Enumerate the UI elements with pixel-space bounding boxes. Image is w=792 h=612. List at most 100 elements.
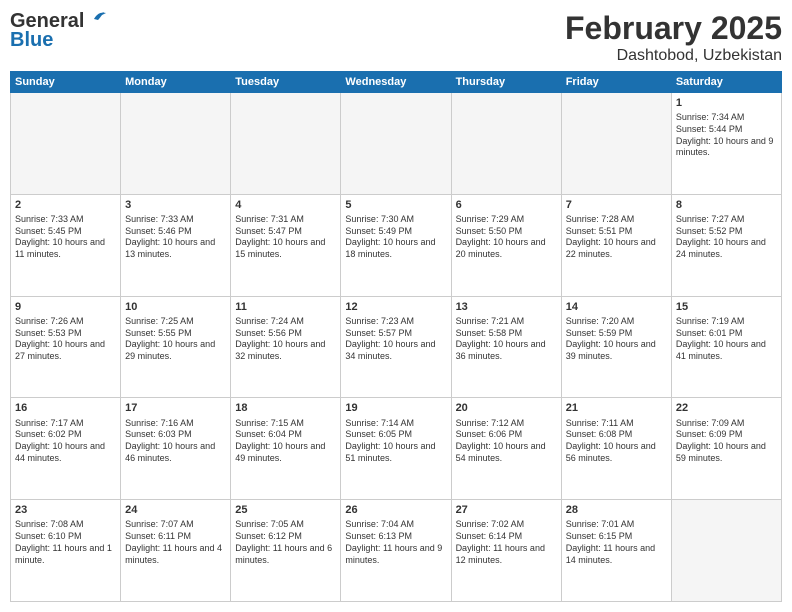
calendar-day-cell: 3 Sunrise: 7:33 AMSunset: 5:46 PMDaylight… xyxy=(121,194,231,296)
day-number: 12 xyxy=(345,300,446,314)
day-info: Sunrise: 7:16 AMSunset: 6:03 PMDaylight:… xyxy=(125,418,215,463)
day-number: 18 xyxy=(235,401,336,415)
day-info: Sunrise: 7:20 AMSunset: 5:59 PMDaylight:… xyxy=(566,316,656,361)
calendar-day-cell: 2 Sunrise: 7:33 AMSunset: 5:45 PMDaylight… xyxy=(11,194,121,296)
day-number: 28 xyxy=(566,503,667,517)
day-number: 13 xyxy=(456,300,557,314)
day-number: 24 xyxy=(125,503,226,517)
calendar-day-cell: 1 Sunrise: 7:34 AMSunset: 5:44 PMDaylight… xyxy=(671,93,781,195)
day-info: Sunrise: 7:08 AMSunset: 6:10 PMDaylight:… xyxy=(15,519,112,564)
calendar-day-cell: 11 Sunrise: 7:24 AMSunset: 5:56 PMDayligh… xyxy=(231,296,341,398)
calendar-header-row: Sunday Monday Tuesday Wednesday Thursday… xyxy=(11,72,782,93)
calendar-day-cell: 22Sunrise: 7:09 AMSunset: 6:09 PMDayligh… xyxy=(671,398,781,500)
day-info: Sunrise: 7:34 AMSunset: 5:44 PMDaylight:… xyxy=(676,112,774,157)
day-number: 11 xyxy=(235,300,336,314)
calendar-day-cell: 13 Sunrise: 7:21 AMSunset: 5:58 PMDayligh… xyxy=(451,296,561,398)
day-info: Sunrise: 7:15 AMSunset: 6:04 PMDaylight:… xyxy=(235,418,325,463)
calendar-day-cell: 16 Sunrise: 7:17 AMSunset: 6:02 PMDayligh… xyxy=(11,398,121,500)
title-area: February 2025 Dashtobod, Uzbekistan xyxy=(565,10,782,65)
day-info: Sunrise: 7:26 AMSunset: 5:53 PMDaylight:… xyxy=(15,316,105,361)
day-number: 21 xyxy=(566,401,667,415)
calendar-day-cell: 9 Sunrise: 7:26 AMSunset: 5:53 PMDaylight… xyxy=(11,296,121,398)
calendar-day-cell: 5Sunrise: 7:30 AMSunset: 5:49 PMDaylight… xyxy=(341,194,451,296)
calendar-week-row: 9 Sunrise: 7:26 AMSunset: 5:53 PMDaylight… xyxy=(11,296,782,398)
day-number: 22 xyxy=(676,401,777,415)
day-info: Sunrise: 7:21 AMSunset: 5:58 PMDaylight:… xyxy=(456,316,546,361)
day-info: Sunrise: 7:33 AMSunset: 5:45 PMDaylight:… xyxy=(15,214,105,259)
calendar-week-row: 2 Sunrise: 7:33 AMSunset: 5:45 PMDaylight… xyxy=(11,194,782,296)
col-thursday: Thursday xyxy=(451,72,561,93)
day-number: 8 xyxy=(676,198,777,212)
day-number: 9 xyxy=(15,300,116,314)
day-number: 3 xyxy=(125,198,226,212)
day-number: 23 xyxy=(15,503,116,517)
location: Dashtobod, Uzbekistan xyxy=(565,47,782,65)
day-info: Sunrise: 7:19 AMSunset: 6:01 PMDaylight:… xyxy=(676,316,766,361)
col-saturday: Saturday xyxy=(671,72,781,93)
day-number: 6 xyxy=(456,198,557,212)
calendar-day-cell: 17 Sunrise: 7:16 AMSunset: 6:03 PMDayligh… xyxy=(121,398,231,500)
calendar-day-cell: 25 Sunrise: 7:05 AMSunset: 6:12 PMDayligh… xyxy=(231,500,341,602)
day-number: 15 xyxy=(676,300,777,314)
day-info: Sunrise: 7:33 AMSunset: 5:46 PMDaylight:… xyxy=(125,214,215,259)
calendar-day-cell xyxy=(11,93,121,195)
calendar-day-cell: 12 Sunrise: 7:23 AMSunset: 5:57 PMDayligh… xyxy=(341,296,451,398)
day-number: 19 xyxy=(345,401,446,415)
day-number: 1 xyxy=(676,96,777,110)
day-info: Sunrise: 7:05 AMSunset: 6:12 PMDaylight:… xyxy=(235,519,332,564)
calendar-day-cell xyxy=(341,93,451,195)
col-wednesday: Wednesday xyxy=(341,72,451,93)
day-info: Sunrise: 7:01 AMSunset: 6:15 PMDaylight:… xyxy=(566,519,655,564)
calendar-day-cell xyxy=(121,93,231,195)
calendar-day-cell xyxy=(561,93,671,195)
day-number: 4 xyxy=(235,198,336,212)
day-info: Sunrise: 7:14 AMSunset: 6:05 PMDaylight:… xyxy=(345,418,435,463)
day-info: Sunrise: 7:24 AMSunset: 5:56 PMDaylight:… xyxy=(235,316,325,361)
day-info: Sunrise: 7:17 AMSunset: 6:02 PMDaylight:… xyxy=(15,418,105,463)
col-tuesday: Tuesday xyxy=(231,72,341,93)
calendar-week-row: 16 Sunrise: 7:17 AMSunset: 6:02 PMDayligh… xyxy=(11,398,782,500)
calendar-day-cell xyxy=(671,500,781,602)
month-title: February 2025 xyxy=(565,10,782,47)
day-info: Sunrise: 7:27 AMSunset: 5:52 PMDaylight:… xyxy=(676,214,766,259)
day-number: 2 xyxy=(15,198,116,212)
day-number: 10 xyxy=(125,300,226,314)
day-info: Sunrise: 7:28 AMSunset: 5:51 PMDaylight:… xyxy=(566,214,656,259)
calendar-week-row: 1 Sunrise: 7:34 AMSunset: 5:44 PMDaylight… xyxy=(11,93,782,195)
calendar-table: Sunday Monday Tuesday Wednesday Thursday… xyxy=(10,71,782,602)
calendar-day-cell: 24Sunrise: 7:07 AMSunset: 6:11 PMDayligh… xyxy=(121,500,231,602)
calendar-day-cell xyxy=(451,93,561,195)
calendar-day-cell: 8 Sunrise: 7:27 AMSunset: 5:52 PMDaylight… xyxy=(671,194,781,296)
day-info: Sunrise: 7:04 AMSunset: 6:13 PMDaylight:… xyxy=(345,519,442,564)
day-info: Sunrise: 7:11 AMSunset: 6:08 PMDaylight:… xyxy=(566,418,656,463)
day-number: 26 xyxy=(345,503,446,517)
header: General Blue February 2025 Dashtobod, Uz… xyxy=(10,10,782,65)
page: General Blue February 2025 Dashtobod, Uz… xyxy=(0,0,792,612)
day-info: Sunrise: 7:29 AMSunset: 5:50 PMDaylight:… xyxy=(456,214,546,259)
col-friday: Friday xyxy=(561,72,671,93)
calendar-day-cell: 6 Sunrise: 7:29 AMSunset: 5:50 PMDaylight… xyxy=(451,194,561,296)
day-number: 7 xyxy=(566,198,667,212)
day-number: 17 xyxy=(125,401,226,415)
logo-bird-icon xyxy=(86,9,108,31)
day-number: 16 xyxy=(15,401,116,415)
calendar-day-cell: 20 Sunrise: 7:12 AMSunset: 6:06 PMDayligh… xyxy=(451,398,561,500)
day-number: 27 xyxy=(456,503,557,517)
calendar-day-cell: 28 Sunrise: 7:01 AMSunset: 6:15 PMDayligh… xyxy=(561,500,671,602)
calendar-day-cell: 14 Sunrise: 7:20 AMSunset: 5:59 PMDayligh… xyxy=(561,296,671,398)
day-number: 5 xyxy=(345,198,446,212)
day-number: 25 xyxy=(235,503,336,517)
calendar-day-cell: 27 Sunrise: 7:02 AMSunset: 6:14 PMDayligh… xyxy=(451,500,561,602)
day-info: Sunrise: 7:23 AMSunset: 5:57 PMDaylight:… xyxy=(345,316,435,361)
calendar-day-cell: 18 Sunrise: 7:15 AMSunset: 6:04 PMDayligh… xyxy=(231,398,341,500)
day-number: 20 xyxy=(456,401,557,415)
calendar-week-row: 23 Sunrise: 7:08 AMSunset: 6:10 PMDayligh… xyxy=(11,500,782,602)
day-info: Sunrise: 7:02 AMSunset: 6:14 PMDaylight:… xyxy=(456,519,545,564)
day-number: 14 xyxy=(566,300,667,314)
calendar-day-cell: 21 Sunrise: 7:11 AMSunset: 6:08 PMDayligh… xyxy=(561,398,671,500)
day-info: Sunrise: 7:31 AMSunset: 5:47 PMDaylight:… xyxy=(235,214,325,259)
calendar-day-cell xyxy=(231,93,341,195)
calendar-day-cell: 10Sunrise: 7:25 AMSunset: 5:55 PMDayligh… xyxy=(121,296,231,398)
logo: General Blue xyxy=(10,10,108,52)
day-info: Sunrise: 7:12 AMSunset: 6:06 PMDaylight:… xyxy=(456,418,546,463)
